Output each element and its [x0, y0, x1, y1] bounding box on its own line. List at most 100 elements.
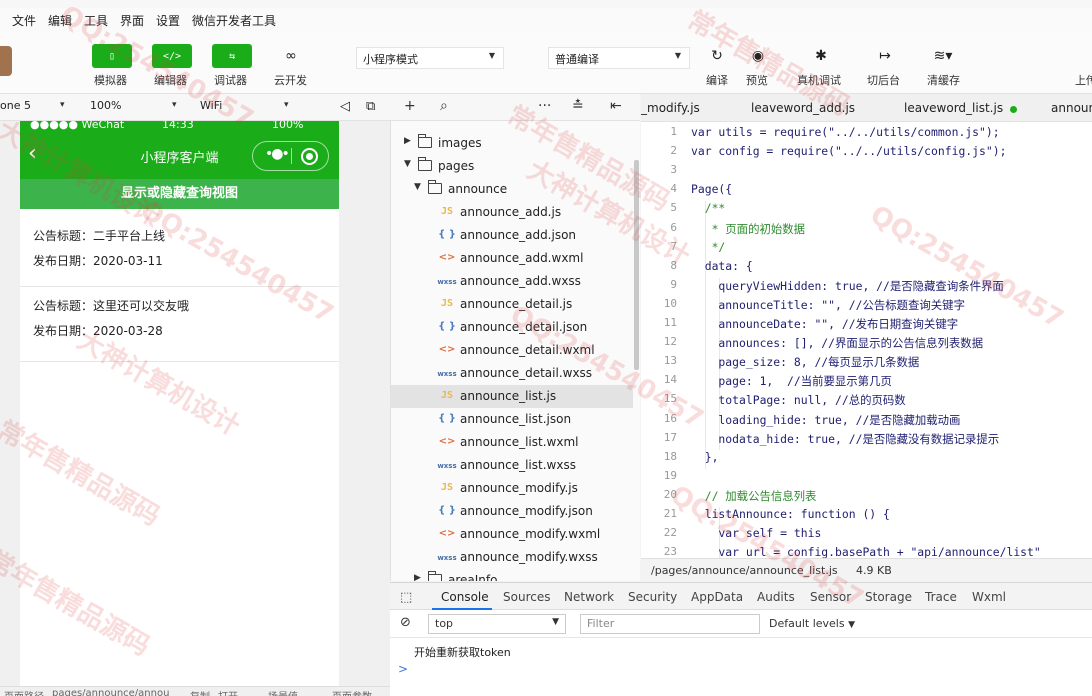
chevron-down-icon[interactable]: ▼	[404, 159, 411, 169]
mode-select[interactable]: 小程序模式 ▼	[356, 47, 504, 69]
toggle-query-view-button[interactable]: 显示或隐藏查询视图	[20, 179, 339, 209]
device-select[interactable]: one 5 ▾	[0, 99, 72, 112]
context-select[interactable]: top ▼	[428, 614, 566, 634]
simulator-toggle[interactable]: ▯	[92, 44, 132, 68]
tab-wxml[interactable]: Wxml	[972, 590, 1006, 604]
menu-view[interactable]: 界面	[120, 12, 144, 29]
main-toolbar: ▯ 模拟器 </> 编辑器 ⇆ 调试器 ∞ 云开发 小程序模式 ▼ 普通编译 ▼…	[0, 32, 1092, 94]
cloud-label: 云开发	[274, 74, 307, 87]
tree-file[interactable]: { } announce_list.json	[391, 408, 633, 431]
tab-audits[interactable]: Audits	[757, 590, 795, 604]
console-message: 开始重新获取token	[414, 646, 511, 659]
chevron-right-icon[interactable]: ▶	[414, 573, 421, 581]
capsule-menu[interactable]: •●•	[252, 141, 329, 171]
folder-icon	[418, 134, 432, 148]
tree-file[interactable]: wxss announce_modify.wxss	[391, 546, 633, 569]
close-target-icon[interactable]	[301, 148, 318, 165]
tree-file[interactable]: { } announce_modify.json	[391, 500, 633, 523]
tree-file[interactable]: JS announce_list.js	[391, 385, 633, 408]
code-editor[interactable]: 1 var utils = require("../../utils/common…	[641, 122, 1092, 558]
log-levels-select[interactable]: Default levels ▼	[769, 617, 855, 630]
debugger-toggle[interactable]: ⇆	[212, 44, 252, 68]
tree-folder[interactable]: ▶ images	[391, 132, 633, 155]
tab-announce[interactable]: announ	[1051, 101, 1092, 115]
tab-appdata[interactable]: AppData	[691, 590, 743, 604]
menu-tools[interactable]: 工具	[84, 12, 108, 29]
sort-icon[interactable]: ≛	[572, 98, 584, 114]
tab-security[interactable]: Security	[628, 590, 677, 604]
tree-folder[interactable]: ▶ areaInfo	[391, 569, 633, 581]
wxml-file-icon: <>	[438, 528, 456, 539]
line-number: 10	[663, 296, 677, 310]
announce-title: 公告标题：这里还可以交友哦	[33, 299, 190, 313]
bug-icon[interactable]: ✱	[810, 46, 832, 66]
tree-file[interactable]: wxss announce_detail.wxss	[391, 362, 633, 385]
announce-item[interactable]: 公告标题：二手平台上线 发布日期：2020-03-11	[20, 215, 339, 287]
search-icon[interactable]: ⌕	[440, 98, 448, 114]
scene-value-link[interactable]: 场景值	[268, 688, 298, 696]
tab-leaveword-list-js[interactable]: leaveword_list.js	[904, 101, 1003, 115]
tree-file[interactable]: wxss announce_list.wxss	[391, 454, 633, 477]
network-select[interactable]: WiFi ▾	[200, 99, 292, 112]
tree-file[interactable]: JS announce_modify.js	[391, 477, 633, 500]
filter-input[interactable]: Filter	[580, 614, 760, 634]
add-icon[interactable]: +	[404, 98, 416, 114]
chevron-right-icon[interactable]: ▶	[404, 136, 411, 146]
cloud-link-icon[interactable]: ∞	[280, 46, 302, 66]
code-line: /**	[691, 201, 726, 216]
tab-storage[interactable]: Storage	[865, 590, 912, 604]
tree-file[interactable]: <> announce_list.wxml	[391, 431, 633, 454]
copy-link[interactable]: 复制	[190, 688, 210, 696]
more-icon[interactable]: ···	[538, 98, 551, 114]
popout-icon[interactable]: ⧉	[366, 99, 375, 114]
menu-wechat-devtools[interactable]: 微信开发者工具	[192, 12, 276, 29]
layers-icon[interactable]: ≋▾	[932, 46, 954, 66]
tree-folder[interactable]: ▼ announce	[391, 178, 633, 201]
tree-file[interactable]: <> announce_add.wxml	[391, 247, 633, 270]
menu-edit[interactable]: 编辑	[48, 12, 72, 29]
console-prompt[interactable]: >	[398, 662, 408, 676]
more-icon[interactable]: •●•	[265, 146, 290, 162]
tab-network[interactable]: Network	[564, 590, 614, 604]
tree-file[interactable]: JS announce_add.js	[391, 201, 633, 224]
page-params-link[interactable]: 页面参数	[332, 688, 372, 696]
menu-file[interactable]: 文件	[12, 12, 36, 29]
line-number: 20	[663, 487, 677, 501]
file-tree-scrollbar[interactable]	[634, 160, 639, 370]
editor-toggle[interactable]: </>	[152, 44, 192, 68]
carrier-text: ●●●●● WeChat	[30, 121, 125, 131]
tab-sources[interactable]: Sources	[503, 590, 550, 604]
volume-icon[interactable]: ◁	[340, 99, 350, 114]
tab-leaveword-add-js[interactable]: leaveword_add.js	[751, 101, 855, 115]
tree-folder[interactable]: ▼ pages	[391, 155, 633, 178]
tab-console[interactable]: Console	[441, 590, 489, 604]
eye-icon[interactable]: ◉	[747, 46, 769, 66]
announce-item[interactable]: 公告标题：这里还可以交友哦 发布日期：2020-03-28	[20, 290, 339, 362]
zoom-select[interactable]: 100% ▾	[90, 99, 182, 112]
tree-file[interactable]: wxss announce_add.wxss	[391, 270, 633, 293]
tree-file[interactable]: <> announce_detail.wxml	[391, 339, 633, 362]
console-toolbar: ⊘ top ▼ Filter Default levels ▼	[390, 610, 1092, 638]
console-output[interactable]: 开始重新获取token >	[390, 638, 1092, 686]
upload-label[interactable]: 上传	[1075, 72, 1092, 88]
code-line: announceDate: "", //发布日期查询关键字	[691, 317, 959, 331]
tree-file[interactable]: { } announce_add.json	[391, 224, 633, 247]
refresh-icon[interactable]: ↻	[706, 46, 728, 66]
inspect-icon[interactable]: ⬚	[400, 590, 412, 605]
tree-file[interactable]: JS announce_detail.js	[391, 293, 633, 316]
chevron-down-icon[interactable]: ▼	[414, 182, 421, 192]
tab-modify-js[interactable]: _modify.js	[641, 101, 700, 115]
tree-file[interactable]: { } announce_detail.json	[391, 316, 633, 339]
tab-sensor[interactable]: Sensor	[810, 590, 851, 604]
open-link[interactable]: 打开	[218, 688, 238, 696]
tree-item-label: announce_add.json	[460, 228, 577, 242]
menu-settings[interactable]: 设置	[156, 12, 180, 29]
tab-trace[interactable]: Trace	[925, 590, 957, 604]
clear-console-icon[interactable]: ⊘	[400, 615, 411, 630]
avatar[interactable]	[0, 46, 12, 76]
tree-file[interactable]: <> announce_modify.wxml	[391, 523, 633, 546]
phone-status-bar: ●●●●● WeChat 14:33 100%	[20, 121, 339, 133]
compile-select[interactable]: 普通编译 ▼	[548, 47, 690, 69]
background-icon[interactable]: ↦	[874, 46, 896, 66]
collapse-icon[interactable]: ⇤	[610, 98, 622, 114]
